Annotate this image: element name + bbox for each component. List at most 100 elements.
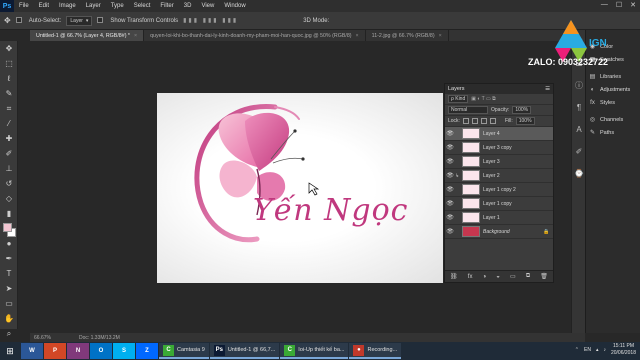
pen-tool-icon[interactable]: ✒ [0,251,18,266]
layer-name[interactable]: Layer 3 [483,159,543,165]
path-select-tool-icon[interactable]: ➤ [0,281,18,296]
menu-view[interactable]: View [196,3,219,9]
tab-quyen-loi[interactable]: quyen-loi-khi-bo-thanh-dai-ly-kinh-doanh… [144,30,366,41]
panel-libraries[interactable]: ▤ Libraries [586,70,640,83]
info-icon[interactable]: ⓘ [572,74,586,96]
layer-row[interactable]: 👁 Layer 1 copy 2 [445,183,553,197]
lock-transparent-icon[interactable] [462,118,469,124]
menu-file[interactable]: File [14,3,34,9]
layer-row[interactable]: 👁 Layer 1 copy [445,197,553,211]
layer-row[interactable]: 👁 Layer 3 [445,155,553,169]
panel-channels[interactable]: ◎ Channels [586,113,640,126]
clock[interactable]: 15:11 PM 20/06/2018 [611,343,636,357]
network-icon[interactable]: ▴ [596,347,599,353]
pinned-app-icon[interactable]: S [113,343,135,359]
panel-menu-icon[interactable]: ☰ [545,86,550,92]
layer-row[interactable]: 👁 Layer 4 [445,127,553,141]
visibility-eye-icon[interactable]: 👁 [445,214,455,221]
align-icons[interactable]: ▮▮▮ ▮▮▮ ▮▮▮ [183,17,238,24]
foreground-color-swatch[interactable] [3,223,12,232]
delete-layer-icon[interactable]: 🗑 [540,273,548,280]
taskbar-app-button[interactable]: C Ioi-Up thiết kế ba... [280,343,349,359]
lasso-tool-icon[interactable]: ℓ [0,71,18,86]
fill-input[interactable]: 100% [515,117,535,125]
pinned-app-icon[interactable]: O [90,343,112,359]
move-tool-icon[interactable]: ✥ [4,16,11,25]
tab-untitled-1[interactable]: Untitled-1 @ 66.7% (Layer 4, RGB/8#) * × [30,30,145,41]
crop-tool-icon[interactable]: ⌗ [0,101,18,116]
menu-layer[interactable]: Layer [81,3,106,9]
layer-style-icon[interactable]: fx [468,274,473,280]
pinned-app-icon[interactable]: P [44,343,66,359]
taskbar-app-button[interactable]: ● Recording... [349,343,402,359]
document-canvas[interactable]: Yến Ngọc [157,93,443,283]
move-tool-icon[interactable]: ✥ [0,41,18,56]
brush-presets-icon[interactable]: ✐ [572,140,586,162]
brush-tool-icon[interactable]: ✐ [0,146,18,161]
pinned-app-icon[interactable]: W [21,343,43,359]
blend-mode-dropdown[interactable]: Normal [448,106,488,114]
close-button[interactable]: ✕ [630,1,636,9]
opacity-input[interactable]: 100% [512,106,532,114]
menu-3d[interactable]: 3D [179,3,197,9]
pinned-app-icon[interactable]: Z [136,343,158,359]
close-icon[interactable]: × [134,33,137,39]
paragraph-icon[interactable]: ¶ [572,96,586,118]
menu-filter[interactable]: Filter [155,3,178,9]
marquee-tool-icon[interactable]: ⬚ [0,56,18,71]
layer-name[interactable]: Background [483,229,543,235]
layer-name[interactable]: Layer 4 [483,131,543,137]
taskbar-app-button[interactable]: Ps Untitled-1 @ 66,7... [209,343,280,359]
history-brush-tool-icon[interactable]: ↺ [0,176,18,191]
show-transform-checkbox[interactable] [97,16,105,25]
panel-adjustments[interactable]: ◐ Adjustments [586,83,640,96]
kind-filter-dropdown[interactable]: ρ Kind [448,95,469,103]
dodge-tool-icon[interactable]: ● [0,236,18,251]
minimize-button[interactable]: — [601,1,608,9]
lock-image-icon[interactable] [471,118,478,124]
layers-panel-title[interactable]: Layers [448,86,465,92]
menu-select[interactable]: Select [129,3,156,9]
auto-select-dropdown[interactable]: Layer ▾ [66,15,93,26]
layer-row[interactable]: 👁 Background 🔒 [445,225,553,239]
tray-up-arrow-icon[interactable]: ⌃ [575,347,579,353]
menu-type[interactable]: Type [106,3,129,9]
filter-icons[interactable]: ▣ ◐ T ▭ ⧉ [471,96,495,102]
lock-all-icon[interactable] [489,118,496,124]
clone-stamp-tool-icon[interactable]: ⊥ [0,161,18,176]
hand-tool-icon[interactable]: ✋ [0,311,18,326]
layer-name[interactable]: Layer 1 [483,215,543,221]
layer-name[interactable]: Layer 1 copy 2 [483,187,543,193]
volume-icon[interactable]: ♪ [603,347,606,353]
healing-brush-tool-icon[interactable]: ✚ [0,131,18,146]
maximize-button[interactable]: ☐ [616,1,622,9]
visibility-eye-icon[interactable]: 👁 [445,186,455,193]
visibility-eye-icon[interactable]: 👁 [445,158,455,165]
panel-paths[interactable]: ✎ Paths [586,126,640,139]
panel-styles[interactable]: fx Styles [586,96,640,109]
new-group-icon[interactable]: ▭ [510,273,516,280]
timeline-icon[interactable]: ⌚ [572,162,586,184]
layer-row[interactable]: 👁 Layer 3 copy [445,141,553,155]
visibility-eye-icon[interactable]: 👁 [445,172,455,179]
layer-name[interactable]: Layer 3 copy [483,145,543,151]
menu-window[interactable]: Window [219,3,250,9]
character-icon[interactable]: A [572,118,586,140]
tab-11-2[interactable]: 11-2.jpg @ 66.7% (RGB/8) × [366,30,449,41]
visibility-eye-icon[interactable]: 👁 [445,228,455,235]
shape-tool-icon[interactable]: ▭ [0,296,18,311]
windows-start-icon[interactable]: ⊞ [0,342,20,360]
lock-position-icon[interactable] [480,118,487,124]
visibility-eye-icon[interactable]: 👁 [445,144,455,151]
layer-row[interactable]: 👁 Layer 1 [445,211,553,225]
menu-image[interactable]: Image [54,3,81,9]
visibility-eye-icon[interactable]: 👁 [445,130,455,137]
visibility-eye-icon[interactable]: 👁 [445,200,455,207]
zoom-tool-icon[interactable]: ⌕ [0,326,18,341]
taskbar-app-button[interactable]: C Camtasia 9 [159,343,209,359]
adjustment-layer-icon[interactable]: ◒ [496,274,500,280]
eraser-tool-icon[interactable]: ◇ [0,191,18,206]
menu-edit[interactable]: Edit [34,3,54,9]
close-icon[interactable]: × [439,33,442,39]
gradient-tool-icon[interactable]: ▮ [0,206,18,221]
